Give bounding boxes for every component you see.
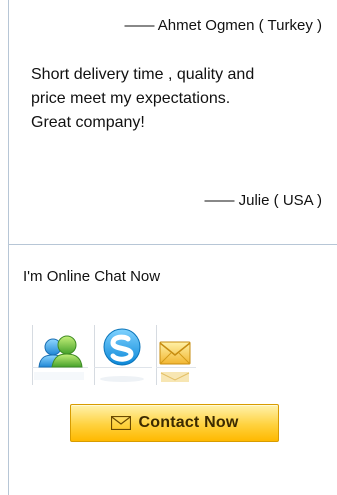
skype-icon[interactable] [92, 325, 154, 385]
testimonial-quote-2: Short delivery time , quality and price … [31, 63, 321, 135]
quote-line-1: Short delivery time , quality and [31, 66, 255, 83]
testimonial-signature-1: —— Ahmet Ogmen ( Turkey ) [124, 17, 322, 34]
contact-now-button[interactable]: Contact Now [70, 404, 279, 442]
email-icon[interactable] [156, 325, 196, 385]
quote-line-3: Great company! [31, 114, 145, 131]
msn-messenger-icon[interactable] [30, 325, 90, 385]
envelope-icon [110, 416, 131, 430]
section-divider [9, 244, 337, 245]
testimonial-signature-2: —— Julie ( USA ) [204, 192, 322, 209]
online-chat-heading: I'm Online Chat Now [23, 268, 161, 285]
contact-now-label: Contact Now [138, 414, 239, 431]
testimonial-and-contact-panel: —— Ahmet Ogmen ( Turkey ) Short delivery… [0, 0, 337, 495]
quote-line-2: price meet my expectations. [31, 90, 231, 107]
left-border-line [8, 0, 9, 495]
